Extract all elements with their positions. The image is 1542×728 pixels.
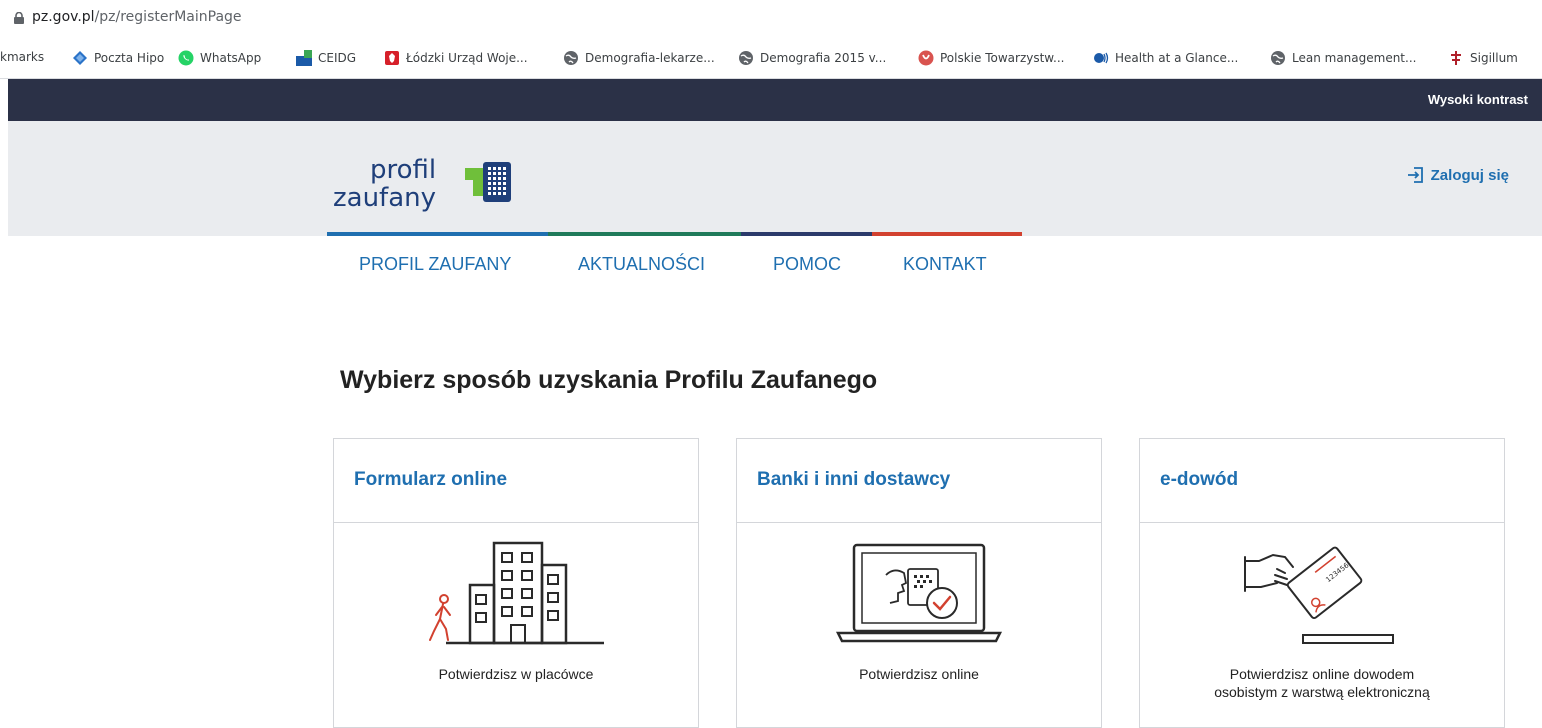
main-nav: PROFIL ZAUFANY AKTUALNOŚCI POMOC KONTAKT (0, 254, 1542, 282)
card-description: Potwierdzisz online dowodem osobistym z … (1140, 665, 1504, 701)
nav-accent-line-4 (872, 232, 1022, 236)
check-icon (926, 587, 958, 619)
bookmark-item[interactable]: Łódzki Urząd Woje... (384, 50, 528, 66)
page-title: Wybierz sposób uzyskania Profilu Zaufane… (340, 366, 878, 394)
mail-icon (73, 51, 87, 65)
login-label: Zaloguj się (1430, 166, 1509, 184)
bookmark-label: CEIDG (318, 51, 357, 65)
bookmark-item[interactable]: kmarks (0, 50, 44, 64)
option-card-e-id[interactable]: e-dowód 123456 Potwierdzisz online dowod… (1139, 438, 1505, 728)
globe-icon (1271, 51, 1285, 65)
emblem-icon (385, 51, 399, 65)
card-title[interactable]: e-dowód (1140, 439, 1504, 523)
bookmark-label: Sigillum (1470, 51, 1518, 65)
globe-icon (739, 51, 753, 65)
id-card-reader-illustration: 123456 (1140, 539, 1504, 649)
card-description-line: Potwierdzisz online dowodem (1229, 666, 1415, 682)
id-card-shape: 123456 (1286, 546, 1363, 620)
card-description-line: osobistym z warstwą elektroniczną (1214, 684, 1430, 700)
ceidg-icon (296, 50, 312, 66)
bookmark-label: WhatsApp (200, 51, 262, 65)
office-building-illustration (334, 539, 698, 649)
nav-kontakt[interactable]: KONTAKT (903, 254, 987, 275)
bookmark-item[interactable]: Health at a Glance... (1093, 50, 1238, 66)
bookmark-label: Poczta Hipo (94, 51, 165, 65)
bookmark-label: Polskie Towarzystw... (940, 51, 1065, 65)
bookmark-label: Łódzki Urząd Woje... (406, 51, 528, 65)
nav-pomoc[interactable]: POMOC (773, 254, 841, 275)
walking-person-icon (429, 594, 451, 641)
card-description-line: Potwierdzisz online (859, 666, 979, 682)
nav-accent-line-2 (548, 232, 741, 236)
profil-zaufany-logo[interactable]: profil zaufany (333, 150, 553, 221)
bookmark-item[interactable]: Demografia-lekarze... (563, 50, 715, 66)
sigillum-icon (1451, 51, 1461, 65)
nav-accent-line-1 (327, 232, 548, 236)
login-icon (1407, 167, 1423, 183)
hand-icon (1244, 553, 1294, 592)
logo-word-zaufany: zaufany (333, 183, 436, 213)
society-icon (918, 50, 934, 66)
logo-word-profil: profil (370, 155, 436, 185)
building-icon (429, 541, 604, 645)
bookmark-label: Lean management... (1292, 51, 1417, 65)
card-title[interactable]: Formularz online (334, 439, 698, 523)
laptop-verification-illustration (737, 539, 1101, 649)
top-bar: Wysoki kontrast (8, 79, 1542, 121)
login-link[interactable]: Zaloguj się (1407, 166, 1509, 184)
bookmark-item[interactable]: Lean management... (1270, 50, 1416, 66)
bookmark-item[interactable]: Polskie Towarzystw... (918, 50, 1064, 66)
url-text[interactable]: pz.gov.pl/pz/registerMainPage (32, 9, 242, 25)
bookmark-item[interactable]: CEIDG (296, 50, 356, 66)
e-id-card-icon: 123456 (1244, 546, 1394, 644)
oecd-icon (1094, 52, 1109, 64)
card-description: Potwierdzisz online (737, 665, 1101, 683)
browser-url-bar[interactable]: pz.gov.pl/pz/registerMainPage (0, 0, 1542, 36)
bookmark-label: Demografia-lekarze... (585, 51, 715, 65)
bookmark-item[interactable]: Poczta Hipo (72, 50, 164, 66)
bookmark-label: Health at a Glance... (1115, 51, 1239, 65)
bookmark-item[interactable]: Demografia 2015 v... (738, 50, 886, 66)
globe-icon (564, 51, 578, 65)
bookmark-item[interactable]: WhatsApp (178, 50, 261, 66)
high-contrast-toggle[interactable]: Wysoki kontrast (1428, 92, 1528, 107)
site-header (8, 121, 1542, 236)
nav-profil-zaufany[interactable]: PROFIL ZAUFANY (359, 254, 511, 275)
bookmarks-bar: kmarks Poczta Hipo WhatsApp CEIDG Łódzki… (0, 44, 1542, 72)
logo-mark-icon (465, 162, 511, 202)
url-path: /pz/registerMainPage (94, 9, 242, 25)
option-card-banks[interactable]: Banki i inni dostawcy Potwierdzisz onlin… (736, 438, 1102, 728)
lock-icon (14, 12, 24, 24)
laptop-icon (835, 543, 1003, 643)
bookmark-item[interactable]: Sigillum (1448, 50, 1518, 66)
bookmark-label: Demografia 2015 v... (760, 51, 887, 65)
whatsapp-icon (178, 50, 194, 66)
nav-aktualnosci[interactable]: AKTUALNOŚCI (578, 254, 705, 275)
bookmark-label: kmarks (0, 50, 45, 64)
card-description-line: Potwierdzisz w placówce (438, 666, 594, 682)
card-title[interactable]: Banki i inni dostawcy (737, 439, 1101, 523)
card-description: Potwierdzisz w placówce (334, 665, 698, 683)
url-host: pz.gov.pl (32, 9, 95, 25)
nav-accent-line-3 (741, 232, 872, 236)
option-card-online-form[interactable]: Formularz online Potwierdzisz w placówce (333, 438, 699, 728)
